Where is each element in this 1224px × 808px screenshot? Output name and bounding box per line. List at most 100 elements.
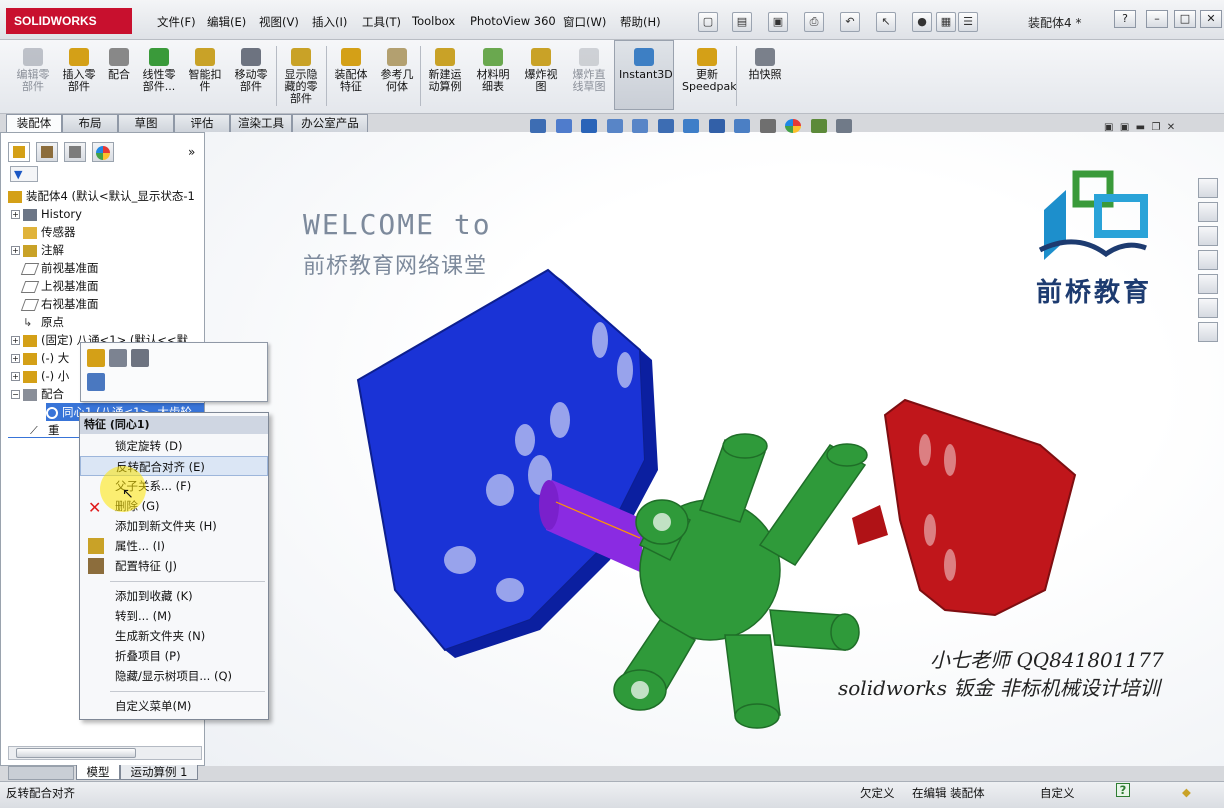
print-icon[interactable]: ⎙ [804,12,824,32]
exploded-view-button[interactable]: 爆炸视 图 [516,44,566,110]
display-manager-tab[interactable] [92,142,114,162]
smart-fasteners-button[interactable]: 智能扣 件 [180,44,230,110]
bill-of-materials-button[interactable]: 材料明 细表 [468,44,518,110]
resources-icon[interactable] [1198,178,1218,198]
menu-help[interactable]: 帮助(H) [620,14,661,30]
menu-window[interactable]: 窗口(W) [563,14,606,30]
edit-feature-icon[interactable] [87,349,105,367]
tab-sketch[interactable]: 草图 [118,114,174,132]
collapse-icon[interactable]: − [11,390,20,399]
menu-item-configure-feature[interactable]: 配置特征 (J) [80,556,268,576]
tree-item-mates[interactable]: − 配合 [11,385,64,403]
appearances-icon[interactable] [1198,274,1218,294]
expand-icon[interactable]: + [11,246,20,255]
menu-item-go-to[interactable]: 转到... (M) [80,606,268,626]
zoom-to-selection-icon[interactable] [87,373,105,391]
linear-pattern-button[interactable]: 线性零 部件... [134,44,184,110]
tab-office-products[interactable]: 办公室产品 [292,114,368,132]
menu-item-hide-show-tree-items[interactable]: 隐藏/显示树项目... (Q) [80,666,268,686]
take-snapshot-button[interactable]: 拍快照 [740,44,790,110]
new-document-icon[interactable]: ▢ [698,12,718,32]
update-speedpak-button[interactable]: 更新 Speedpak [682,44,737,110]
open-folder-icon[interactable]: ▤ [732,12,752,32]
dynamic-annotation-icon[interactable] [683,119,699,133]
save-icon[interactable]: ▣ [768,12,788,32]
menu-item-customize-menu[interactable]: 自定义菜单(M) [80,696,268,716]
menu-tools[interactable]: 工具(T) [362,14,401,30]
tree-item-top-plane[interactable]: 上视基准面 [11,277,99,295]
menu-file[interactable]: 文件(F) [157,14,196,30]
new-motion-study-button[interactable]: 新建运 动算例 [420,44,470,110]
menu-insert[interactable]: 插入(I) [312,14,347,30]
rebuild-icon[interactable]: ● [912,12,932,32]
tag-icon[interactable]: ◆ [1182,785,1191,799]
display-style-icon[interactable] [734,119,750,133]
previous-view-icon[interactable] [581,119,597,133]
explode-line-sketch-button[interactable]: 爆炸直 线草图 [564,44,614,110]
tile-icon[interactable]: ▣ [1120,122,1129,133]
tree-item-part-small[interactable]: + (-) 小 [11,367,69,385]
undo-icon[interactable]: ↶ [840,12,860,32]
property-manager-tab[interactable] [36,142,58,162]
assembly-features-button[interactable]: 装配体 特征 [326,44,376,110]
tree-item-history[interactable]: + History [11,205,82,223]
menu-photoview[interactable]: PhotoView 360 [470,14,556,28]
tab-navigation-arrows[interactable] [8,766,74,780]
scrollbar-thumb[interactable] [16,748,136,758]
file-explorer-icon[interactable] [1198,226,1218,246]
design-library-icon[interactable] [1198,202,1218,222]
status-custom-units[interactable]: 自定义 [1040,785,1075,801]
tab-layout[interactable]: 布局 [62,114,118,132]
menu-edit[interactable]: 编辑(E) [207,14,246,30]
appearance-icon[interactable] [785,119,801,133]
tree-item-right-plane[interactable]: 右视基准面 [11,295,99,313]
expand-icon[interactable]: + [11,372,20,381]
menu-item-add-to-new-folder[interactable]: 添加到新文件夹 (H) [80,516,268,536]
menu-view[interactable]: 视图(V) [259,14,299,30]
expand-icon[interactable]: + [11,354,20,363]
zoom-out-icon[interactable] [632,119,648,133]
restore-button[interactable]: □ [1174,10,1196,28]
show-hidden-components-button[interactable]: 显示隐 藏的零 部件 [276,44,326,110]
minimize-icon[interactable]: ▬ [1136,122,1145,133]
close-button[interactable]: ✕ [1200,10,1222,28]
move-component-button[interactable]: 移动零 部件 [226,44,276,110]
tree-item-sensors[interactable]: 传感器 [11,223,76,241]
expand-pane-icon[interactable]: » [188,145,195,159]
tab-model[interactable]: 模型 [76,765,120,780]
view-orientation-icon[interactable] [708,119,725,133]
viewport-window-controls[interactable]: ▣ ▣ ▬ ❐ ✕ [1104,122,1175,133]
tree-item-front-plane[interactable]: 前视基准面 [11,259,99,277]
configuration-manager-tab[interactable] [64,142,86,162]
view-palette-icon[interactable] [1198,250,1218,270]
tree-item-annotations[interactable]: + 注解 [11,241,64,259]
minimize-button[interactable]: – [1146,10,1168,28]
tab-assembly[interactable]: 装配体 [6,114,62,133]
tree-root[interactable]: 装配体4 (默认<默认_显示状态-1 [8,187,195,205]
expand-icon[interactable]: + [11,336,20,345]
menu-toolbox[interactable]: Toolbox [412,14,455,28]
reference-geometry-button[interactable]: 参考几 何体 [372,44,422,110]
tile-icon[interactable]: ▣ [1104,122,1113,133]
expand-icon[interactable]: + [11,210,20,219]
help-status-icon[interactable]: ? [1116,783,1130,797]
filter-icon[interactable]: ▼ [10,166,38,182]
rollback-icon[interactable] [131,349,149,367]
close-icon[interactable]: ✕ [1167,122,1175,133]
suppress-icon[interactable] [109,349,127,367]
restore-icon[interactable]: ❐ [1151,122,1160,133]
tab-render-tools[interactable]: 渲染工具 [230,114,292,132]
zoom-area-icon[interactable] [555,119,572,133]
menu-item-properties[interactable]: 属性... (I) [80,536,268,556]
red-gear[interactable] [883,398,1077,617]
tree-item-part-large[interactable]: + (-) 大 [11,349,69,367]
feature-manager-tab[interactable] [8,142,30,162]
menu-item-lock-rotation[interactable]: 锁定旋转 (D) [80,436,268,456]
zoom-in-icon[interactable] [606,119,623,133]
scene-icon[interactable] [810,119,827,133]
tab-motion-study-1[interactable]: 运动算例 1 [120,765,198,780]
custom-properties-icon[interactable] [1198,298,1218,318]
hide-show-items-icon[interactable] [759,119,776,133]
file-properties-icon[interactable]: ▦ [936,12,956,32]
select-arrow-icon[interactable]: ↖ [876,12,896,32]
